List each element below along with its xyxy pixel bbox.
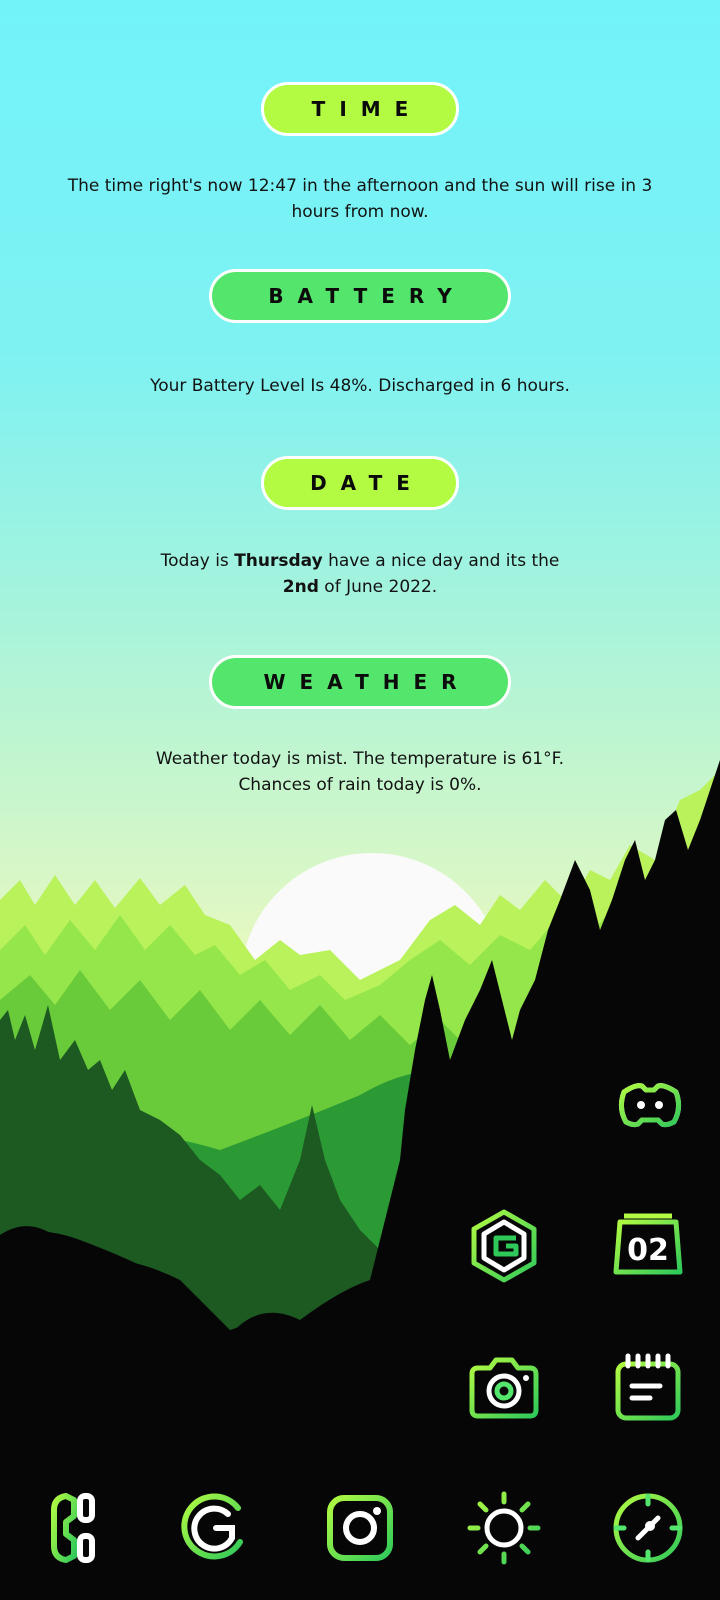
- weather-pill[interactable]: WEATHER: [209, 655, 511, 709]
- date-prefix: Today is: [160, 551, 235, 571]
- google-icon[interactable]: [176, 1490, 252, 1566]
- time-pill[interactable]: TIME: [261, 82, 459, 136]
- date-day-number: 2nd: [282, 577, 319, 597]
- time-info: The time right's now 12:47 in the aftern…: [67, 176, 653, 222]
- weather-sun-icon[interactable]: [466, 1490, 542, 1566]
- date-weekday: Thursday: [234, 551, 323, 571]
- date-label: DATE: [310, 471, 424, 495]
- calendar-date-number: 02: [627, 1233, 669, 1268]
- battery-info: Your Battery Level Is 48%. Discharged in…: [150, 376, 570, 396]
- date-suffix: of June 2022.: [318, 577, 438, 597]
- discord-icon[interactable]: [612, 1070, 688, 1146]
- date-middle: have a nice day and its the: [322, 551, 560, 571]
- camera-icon[interactable]: [466, 1350, 542, 1426]
- calendar-date-icon[interactable]: 02: [610, 1208, 686, 1284]
- date-info: Today is Thursday have a nice day and it…: [150, 548, 570, 600]
- date-pill[interactable]: DATE: [261, 456, 459, 510]
- instagram-icon[interactable]: [322, 1490, 398, 1566]
- weather-label: WEATHER: [263, 670, 471, 694]
- compass-icon[interactable]: [610, 1490, 686, 1566]
- weather-info: Weather today is mist. The temperature i…: [155, 749, 565, 795]
- time-label: TIME: [311, 97, 423, 121]
- hexagon-g-app-icon[interactable]: [466, 1208, 542, 1284]
- battery-pill[interactable]: BATTERY: [209, 269, 511, 323]
- phone-icon[interactable]: [40, 1490, 116, 1566]
- notes-icon[interactable]: [610, 1350, 686, 1426]
- battery-label: BATTERY: [268, 284, 466, 308]
